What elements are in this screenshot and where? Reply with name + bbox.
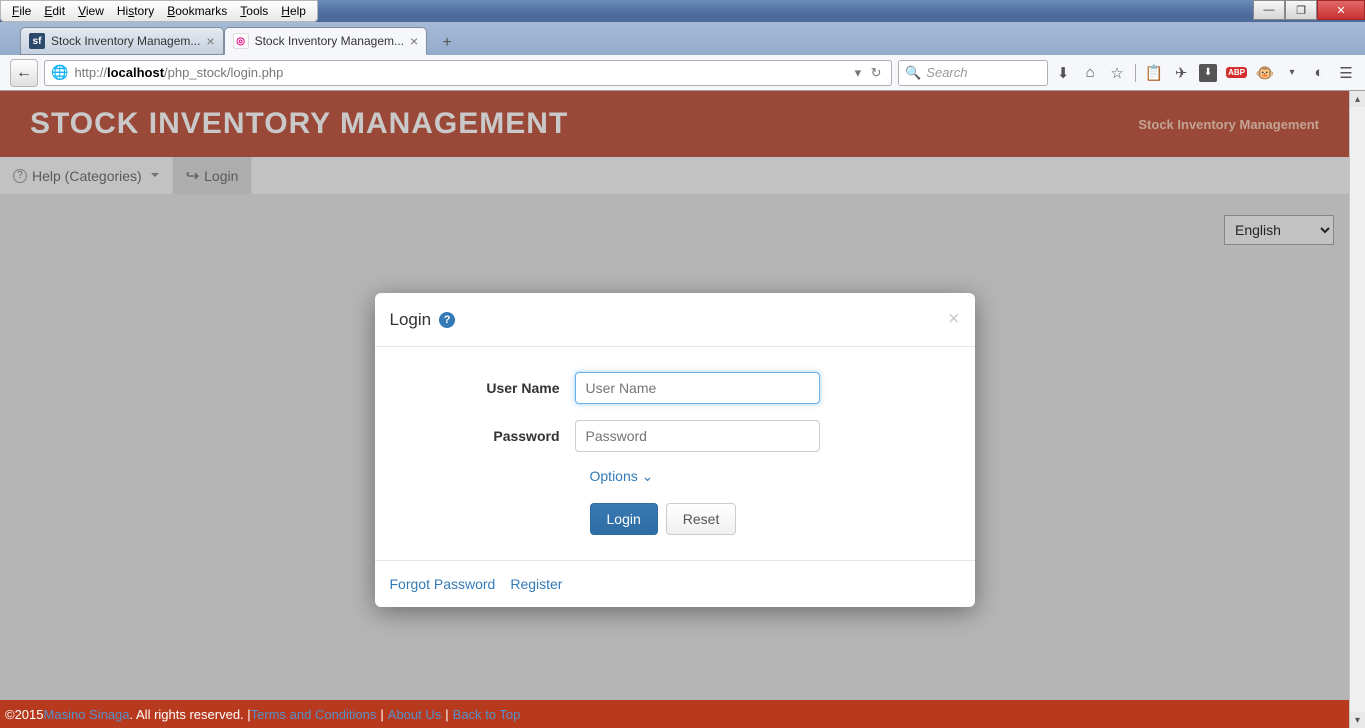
- modal-footer: Forgot Password Register: [375, 560, 975, 607]
- search-bar[interactable]: 🔍 Search: [898, 60, 1048, 86]
- footer-back-to-top-link[interactable]: Back to Top: [453, 707, 521, 722]
- hamburger-icon[interactable]: ☰: [1337, 64, 1355, 82]
- tab-close-icon[interactable]: ×: [206, 33, 214, 49]
- url-dropdown-icon[interactable]: ▾: [855, 65, 862, 81]
- browser-chrome: sf Stock Inventory Managem... × ◎ Stock …: [0, 22, 1365, 91]
- url-toolbar: ← 🌐 http://localhost/php_stock/login.php…: [0, 55, 1365, 91]
- menu-bookmarks[interactable]: Bookmarks: [161, 3, 233, 19]
- back-button[interactable]: ←: [10, 59, 38, 87]
- url-text: http://localhost/php_stock/login.php: [74, 65, 848, 80]
- login-button[interactable]: Login: [590, 503, 658, 535]
- url-bar[interactable]: 🌐 http://localhost/php_stock/login.php ▾…: [44, 60, 892, 86]
- content-wrap: STOCK INVENTORY MANAGEMENT Stock Invento…: [0, 91, 1365, 728]
- help-badge-icon[interactable]: ?: [439, 312, 455, 328]
- browser-tab-1[interactable]: ◎ Stock Inventory Managem... ×: [224, 27, 428, 55]
- bookmark-star-icon[interactable]: ☆: [1108, 64, 1126, 82]
- menu-help[interactable]: Help: [275, 3, 312, 19]
- separator: |: [380, 707, 383, 722]
- username-input[interactable]: [575, 372, 820, 404]
- options-toggle[interactable]: Options ⌄: [590, 468, 654, 484]
- clipboard-icon[interactable]: 📋: [1145, 64, 1163, 82]
- home-icon[interactable]: ⌂: [1081, 64, 1099, 82]
- menu-view[interactable]: View: [72, 3, 110, 19]
- scroll-track[interactable]: [1350, 107, 1365, 712]
- menu-file[interactable]: File: [6, 3, 37, 19]
- reset-button[interactable]: Reset: [666, 503, 737, 535]
- page: STOCK INVENTORY MANAGEMENT Stock Invento…: [0, 91, 1349, 728]
- window-close-button[interactable]: ✕: [1317, 0, 1365, 20]
- chevron-down-icon: ⌄: [642, 468, 654, 484]
- form-row-password: Password: [390, 420, 960, 452]
- vertical-scrollbar[interactable]: ▴ ▾: [1349, 91, 1365, 728]
- options-row: Options ⌄: [590, 468, 960, 485]
- window-controls: — ❐ ✕: [1253, 0, 1365, 20]
- tab-bar: sf Stock Inventory Managem... × ◎ Stock …: [0, 25, 1365, 55]
- password-input[interactable]: [575, 420, 820, 452]
- form-row-username: User Name: [390, 372, 960, 404]
- window-maximize-button[interactable]: ❐: [1285, 0, 1317, 20]
- separator: [1135, 64, 1136, 82]
- menu-history[interactable]: History: [111, 3, 160, 19]
- tab-label: Stock Inventory Managem...: [255, 34, 404, 48]
- favicon-sf-icon: sf: [29, 33, 45, 49]
- menu-tools[interactable]: Tools: [234, 3, 274, 19]
- downloads-icon[interactable]: ⬇: [1054, 64, 1072, 82]
- dropdown-icon[interactable]: ▾: [1283, 64, 1301, 82]
- browser-tab-0[interactable]: sf Stock Inventory Managem... ×: [20, 27, 224, 55]
- login-modal: Login ? × User Name Password Options ⌄: [375, 293, 975, 607]
- scroll-down-icon[interactable]: ▾: [1350, 712, 1365, 728]
- username-label: User Name: [390, 380, 575, 396]
- tab-close-icon[interactable]: ×: [410, 33, 418, 49]
- modal-body: User Name Password Options ⌄ Login Reset: [375, 347, 975, 560]
- greasemonkey-icon[interactable]: 🐵: [1256, 64, 1274, 82]
- search-icon: 🔍: [905, 65, 921, 81]
- send-icon[interactable]: ✈: [1172, 64, 1190, 82]
- modal-header: Login ? ×: [375, 293, 975, 347]
- favicon-app-icon: ◎: [233, 33, 249, 49]
- footer-rights: . All rights reserved. |: [130, 707, 251, 722]
- forgot-password-link[interactable]: Forgot Password: [390, 576, 496, 592]
- modal-close-button[interactable]: ×: [948, 308, 960, 331]
- os-menubar: File Edit View History Bookmarks Tools H…: [0, 0, 318, 22]
- footer-author-link[interactable]: Masino Sinaga: [44, 707, 130, 722]
- globe-icon: 🌐: [51, 64, 68, 81]
- tab-label: Stock Inventory Managem...: [51, 34, 200, 48]
- footer-copyright: ©2015: [5, 707, 44, 722]
- window-minimize-button[interactable]: —: [1253, 0, 1285, 20]
- scroll-up-icon[interactable]: ▴: [1350, 91, 1365, 107]
- circle-icon[interactable]: ◐: [1310, 64, 1328, 82]
- abp-icon[interactable]: ABP: [1226, 67, 1247, 78]
- button-row: Login Reset: [590, 503, 960, 535]
- new-tab-button[interactable]: +: [433, 31, 461, 55]
- register-link[interactable]: Register: [510, 576, 562, 592]
- footer-terms-link[interactable]: Terms and Conditions: [251, 707, 377, 722]
- toolbar-icons: ⬇ ⌂ ☆ 📋 ✈ ⬇ ABP 🐵 ▾ ◐ ☰: [1054, 64, 1355, 82]
- footer-about-link[interactable]: About Us: [388, 707, 441, 722]
- password-label: Password: [390, 428, 575, 444]
- modal-title: Login: [390, 310, 432, 330]
- search-placeholder: Search: [926, 65, 967, 80]
- site-footer: ©2015 Masino Sinaga . All rights reserve…: [0, 700, 1349, 728]
- menu-edit[interactable]: Edit: [38, 3, 71, 19]
- separator: |: [445, 707, 448, 722]
- download-box-icon[interactable]: ⬇: [1199, 64, 1217, 82]
- reload-button[interactable]: ↻: [867, 65, 885, 81]
- viewport: STOCK INVENTORY MANAGEMENT Stock Invento…: [0, 91, 1349, 728]
